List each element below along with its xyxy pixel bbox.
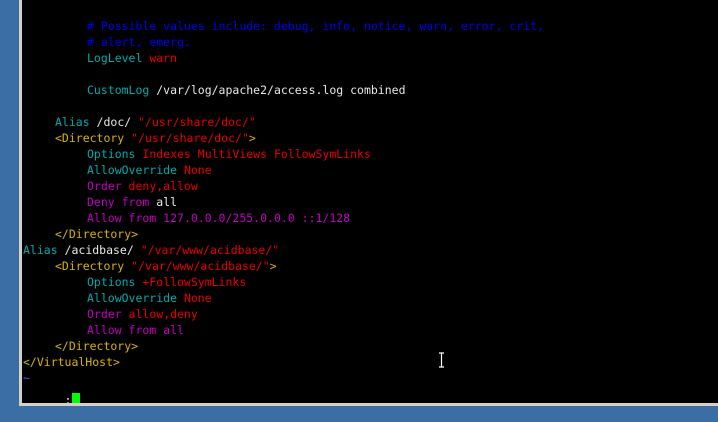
config-token: None bbox=[183, 163, 212, 177]
config-line: Order deny,allow bbox=[87, 178, 198, 194]
config-token: LogLevel bbox=[87, 51, 150, 65]
terminal-window: # Possible values include: debug, info, … bbox=[19, 0, 718, 406]
config-token: <Directory bbox=[55, 131, 132, 145]
desktop-background-strip bbox=[0, 0, 19, 422]
config-token: Options bbox=[87, 147, 143, 161]
config-token: CustomLog bbox=[87, 83, 157, 97]
config-token: Alias bbox=[55, 115, 97, 129]
vi-editor-buffer[interactable]: # Possible values include: debug, info, … bbox=[22, 0, 718, 403]
config-token: Alias bbox=[23, 243, 65, 257]
config-token: Indexes MultiViews FollowSymLinks bbox=[142, 147, 371, 161]
config-line: <Directory "/usr/share/doc/"> bbox=[55, 130, 256, 146]
config-line: # Possible values include: debug, info, … bbox=[87, 18, 544, 34]
config-line: Alias /acidbase/ "/var/www/acidbase/" bbox=[23, 242, 279, 258]
config-line: </Directory> bbox=[55, 226, 138, 242]
config-token: AllowOverride bbox=[87, 291, 184, 305]
config-line: LogLevel warn bbox=[87, 50, 177, 66]
config-line: Alias /doc/ "/usr/share/doc/" bbox=[55, 114, 256, 130]
config-token: allow,deny bbox=[128, 307, 198, 321]
desktop-background-bottom bbox=[19, 406, 718, 422]
config-token: </Directory> bbox=[55, 227, 139, 241]
config-token: all bbox=[156, 195, 178, 209]
config-token: "/usr/share/doc/" bbox=[131, 131, 249, 145]
config-token: > bbox=[248, 131, 256, 145]
config-token: Allow from bbox=[87, 323, 164, 337]
config-token: > bbox=[269, 259, 277, 273]
command-prompt: : bbox=[64, 393, 72, 403]
config-token: Options bbox=[87, 275, 143, 289]
config-line: <Directory "/var/www/acidbase/"> bbox=[55, 258, 277, 274]
config-token: "/var/www/acidbase/" bbox=[131, 259, 270, 273]
config-token: Order bbox=[87, 307, 129, 321]
config-token: 127.0.0.0/255.0.0.0 ::1/128 bbox=[163, 211, 351, 225]
config-line: CustomLog /var/log/apache2/access.log co… bbox=[87, 82, 406, 98]
config-line: </VirtualHost> bbox=[23, 354, 120, 370]
config-token: "/var/www/acidbase/" bbox=[140, 243, 280, 257]
config-token: Deny from bbox=[87, 195, 157, 209]
config-token: </Directory> bbox=[55, 339, 139, 353]
config-line: </Directory> bbox=[55, 338, 138, 354]
config-token: all bbox=[163, 323, 184, 337]
config-token: /var/log/apache2/access.log combined bbox=[156, 83, 406, 97]
config-line: Deny from all bbox=[87, 194, 177, 210]
config-line: AllowOverride None bbox=[87, 290, 212, 306]
config-token: Allow from bbox=[87, 211, 164, 225]
config-token: /doc/ bbox=[96, 115, 139, 129]
config-token: +FollowSymLinks bbox=[142, 275, 247, 289]
config-token: deny,allow bbox=[128, 179, 198, 193]
config-line: AllowOverride None bbox=[87, 162, 212, 178]
config-line: Allow from all bbox=[87, 322, 184, 338]
config-token: /acidbase/ bbox=[64, 243, 141, 257]
text-cursor bbox=[72, 393, 81, 403]
config-line: Options +FollowSymLinks bbox=[87, 274, 246, 290]
config-line: Allow from 127.0.0.0/255.0.0.0 ::1/128 bbox=[87, 210, 350, 226]
vi-command-line[interactable]: : bbox=[23, 376, 81, 403]
text-cursor-ibeam-icon bbox=[439, 352, 444, 368]
config-token: None bbox=[183, 291, 212, 305]
config-line: # alert, emerg. bbox=[87, 34, 191, 50]
config-token: </VirtualHost> bbox=[23, 355, 120, 369]
config-line: Order allow,deny bbox=[87, 306, 198, 322]
config-token: "/usr/share/doc/" bbox=[138, 115, 256, 129]
config-token: AllowOverride bbox=[87, 163, 184, 177]
config-token: warn bbox=[149, 51, 178, 65]
config-token: # alert, emerg. bbox=[87, 35, 191, 49]
config-token: <Directory bbox=[55, 259, 132, 273]
config-token: Order bbox=[87, 179, 129, 193]
config-line: Options Indexes MultiViews FollowSymLink… bbox=[87, 146, 371, 162]
config-token: # Possible values include: debug, info, … bbox=[87, 19, 544, 33]
